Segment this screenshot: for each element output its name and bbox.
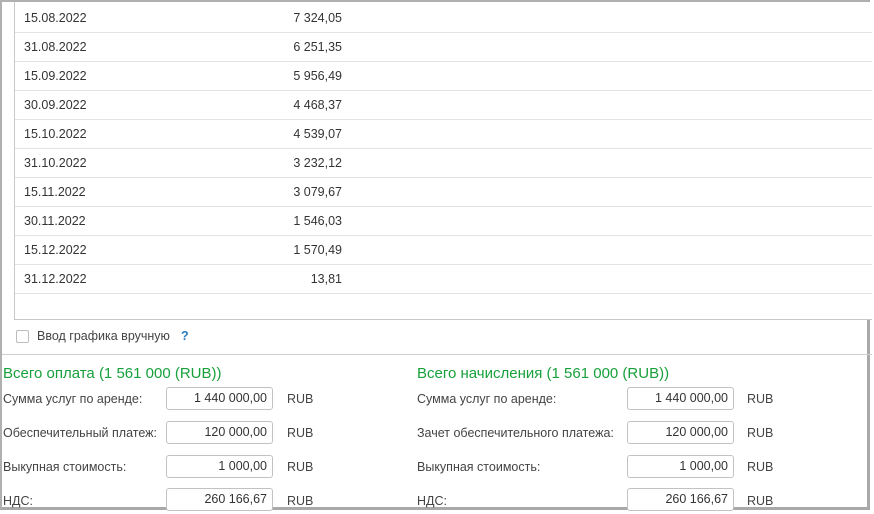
payment-rent-currency: RUB [287,392,314,406]
accrual-buyout-input[interactable]: 1 000,00 [627,455,734,478]
accrual-deposit-offset-input[interactable]: 120 000,00 [627,421,734,444]
row-date: 31.10.2022 [24,156,87,170]
help-icon[interactable]: ? [181,329,189,343]
manual-schedule-checkbox[interactable] [16,330,29,343]
accrual-vat-label: НДС: [417,494,447,508]
manual-schedule-label[interactable]: Ввод графика вручную [37,329,170,343]
table-row[interactable]: 31.08.2022 6 251,35 [15,33,872,62]
payment-buyout-currency: RUB [287,460,314,474]
accrual-total-title: Всего начисления (1 561 000 (RUB)) [417,365,670,382]
row-amount: 1 570,49 [293,243,342,257]
payment-rent-label: Сумма услуг по аренде: [3,392,143,406]
payment-deposit-label: Обеспечительный платеж: [3,426,157,440]
table-row[interactable]: 15.09.2022 5 956,49 [15,62,872,91]
row-amount: 4 539,07 [293,127,342,141]
row-date: 30.09.2022 [24,98,87,112]
accrual-rent-input[interactable]: 1 440 000,00 [627,387,734,410]
table-row[interactable]: 30.09.2022 4 468,37 [15,91,872,120]
row-date: 15.10.2022 [24,127,87,141]
payment-deposit-input[interactable]: 120 000,00 [166,421,273,444]
payment-buyout-input[interactable]: 1 000,00 [166,455,273,478]
row-date: 15.08.2022 [24,11,87,25]
form-window: 15.08.2022 7 324,05 31.08.2022 6 251,35 … [0,0,872,511]
table-row[interactable]: 15.11.2022 3 079,67 [15,178,872,207]
table-row[interactable]: 31.10.2022 3 232,12 [15,149,872,178]
payment-vat-input[interactable]: 260 166,67 [166,488,273,511]
row-amount: 6 251,35 [293,40,342,54]
row-date: 30.11.2022 [24,214,86,228]
accrual-vat-input[interactable]: 260 166,67 [627,488,734,511]
accrual-deposit-offset-currency: RUB [747,426,774,440]
row-date: 15.09.2022 [24,69,87,83]
accrual-buyout-currency: RUB [747,460,774,474]
row-amount: 4 468,37 [293,98,342,112]
payment-total-title: Всего оплата (1 561 000 (RUB)) [3,365,222,382]
payment-buyout-label: Выкупная стоимость: [3,460,127,474]
row-date: 31.12.2022 [24,272,87,286]
accrual-deposit-offset-label: Зачет обеспечительного платежа: [417,426,614,440]
table-row[interactable]: 30.11.2022 1 546,03 [15,207,872,236]
table-row[interactable]: 31.12.2022 13,81 [15,265,872,294]
accrual-rent-label: Сумма услуг по аренде: [417,392,557,406]
payment-vat-label: НДС: [3,494,33,508]
table-row[interactable]: 15.10.2022 4 539,07 [15,120,872,149]
row-date: 15.11.2022 [24,185,86,199]
table-row[interactable]: 15.08.2022 7 324,05 [15,4,872,33]
row-date: 15.12.2022 [24,243,87,257]
payment-deposit-currency: RUB [287,426,314,440]
row-amount: 1 546,03 [293,214,342,228]
row-amount: 3 232,12 [293,156,342,170]
row-date: 31.08.2022 [24,40,87,54]
row-amount: 3 079,67 [293,185,342,199]
payment-rent-input[interactable]: 1 440 000,00 [166,387,273,410]
table-row[interactable]: 15.12.2022 1 570,49 [15,236,872,265]
accrual-rent-currency: RUB [747,392,774,406]
accrual-vat-currency: RUB [747,494,774,508]
payment-vat-currency: RUB [287,494,314,508]
payment-schedule-table[interactable]: 15.08.2022 7 324,05 31.08.2022 6 251,35 … [14,2,872,320]
accrual-buyout-label: Выкупная стоимость: [417,460,541,474]
row-amount: 7 324,05 [293,11,342,25]
section-divider [2,354,872,355]
row-amount: 13,81 [310,272,342,286]
row-amount: 5 956,49 [293,69,342,83]
